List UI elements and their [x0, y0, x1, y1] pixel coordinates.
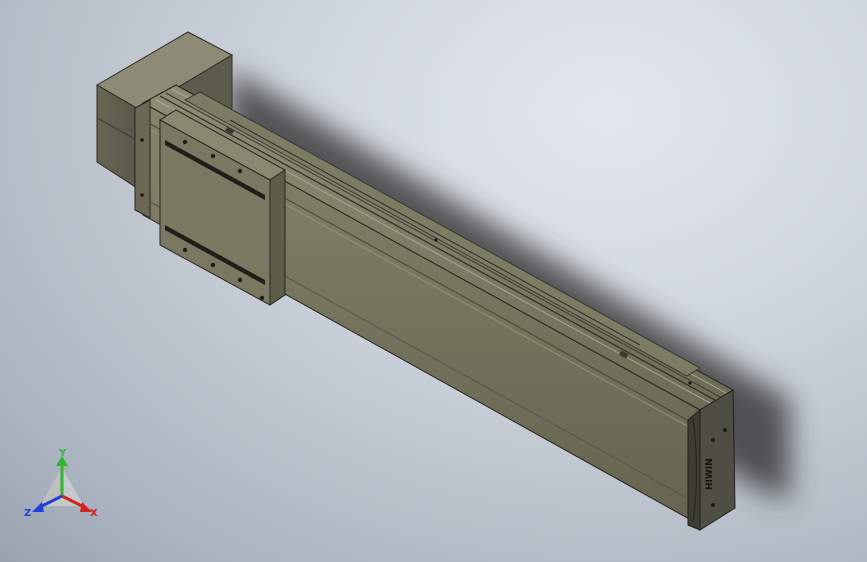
x-axis-label: X: [90, 508, 98, 519]
y-axis-label: Y: [58, 448, 67, 459]
coordinate-triad: Y X Z: [24, 448, 98, 519]
motor-end-plate[interactable]: [134, 99, 151, 219]
brand-logo: HIWIN: [705, 458, 715, 490]
actuator-model[interactable]: HIWIN: [0, 0, 867, 562]
z-axis-label: Z: [24, 508, 31, 519]
graphics-viewport[interactable]: HIWIN Y X Z: [0, 0, 867, 562]
